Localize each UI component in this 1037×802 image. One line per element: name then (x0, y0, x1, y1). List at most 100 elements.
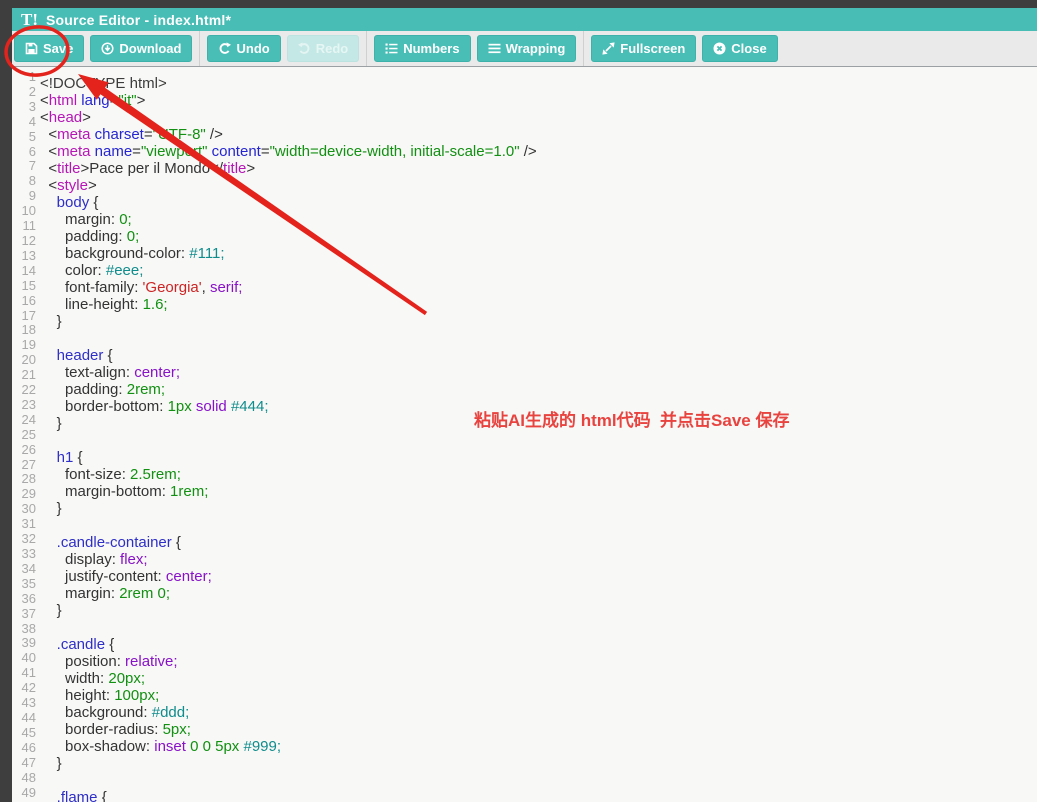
code-line[interactable]: <title>Pace per il Mondo</title> (40, 160, 1037, 177)
wrapping-button[interactable]: Wrapping (477, 35, 577, 62)
line-number: 17 (12, 309, 36, 324)
code-line[interactable]: body { (40, 194, 1037, 211)
page: { "window": { "logo": "T!", "title": "So… (0, 0, 1037, 802)
line-number: 44 (12, 711, 36, 726)
redo-icon (298, 42, 311, 55)
line-number: 12 (12, 234, 36, 249)
code-editor[interactable]: 1234567891011121314151617181920212223242… (12, 67, 1037, 802)
code-line[interactable]: font-family: 'Georgia', serif; (40, 279, 1037, 296)
code-line[interactable]: header { (40, 347, 1037, 364)
code-line[interactable]: <style> (40, 177, 1037, 194)
code-line[interactable]: padding: 0; (40, 228, 1037, 245)
toolbar: Save Download Undo Redo Numbers Wrapping Fulls… (12, 31, 1037, 67)
line-number: 16 (12, 294, 36, 309)
code-line[interactable]: background-color: #111; (40, 245, 1037, 262)
close-button[interactable]: Close (702, 35, 777, 62)
code-line[interactable]: background: #ddd; (40, 704, 1037, 721)
line-number: 11 (12, 219, 36, 234)
line-number: 21 (12, 368, 36, 383)
code-line[interactable]: } (40, 313, 1037, 330)
download-icon (101, 42, 114, 55)
undo-button[interactable]: Undo (207, 35, 280, 62)
floppy-save-icon (25, 42, 38, 55)
code-line[interactable]: } (40, 500, 1037, 517)
button-label: Close (731, 41, 766, 56)
save-button[interactable]: Save (14, 35, 84, 62)
line-number: 13 (12, 249, 36, 264)
line-number: 18 (12, 323, 36, 338)
code-line[interactable]: h1 { (40, 449, 1037, 466)
code-line[interactable]: text-align: center; (40, 364, 1037, 381)
code-line[interactable]: <html lang="it"> (40, 92, 1037, 109)
code-line[interactable]: <meta charset="UTF-8" /> (40, 126, 1037, 143)
button-label: Fullscreen (620, 41, 685, 56)
button-label: Save (43, 41, 73, 56)
code-line[interactable]: line-height: 1.6; (40, 296, 1037, 313)
annotation-note: 粘贴AI生成的 html代码 并点击Save 保存 (474, 406, 789, 431)
code-line[interactable]: height: 100px; (40, 687, 1037, 704)
line-number: 33 (12, 547, 36, 562)
line-number: 40 (12, 651, 36, 666)
button-label: Download (119, 41, 181, 56)
code-line[interactable]: <!DOCTYPE html> (40, 75, 1037, 92)
line-number: 27 (12, 458, 36, 473)
code-line[interactable] (40, 772, 1037, 789)
line-number: 23 (12, 398, 36, 413)
code-line[interactable]: position: relative; (40, 653, 1037, 670)
download-button[interactable]: Download (90, 35, 192, 62)
code-line[interactable]: font-size: 2.5rem; (40, 466, 1037, 483)
numbered-list-icon (385, 42, 398, 55)
code-line[interactable]: width: 20px; (40, 670, 1037, 687)
button-label: Undo (236, 41, 269, 56)
toolbar-group: Fullscreen Close (584, 31, 784, 66)
code-line[interactable] (40, 432, 1037, 449)
fullscreen-button[interactable]: Fullscreen (591, 35, 696, 62)
code-line[interactable] (40, 330, 1037, 347)
line-number: 41 (12, 666, 36, 681)
code-line[interactable]: color: #eee; (40, 262, 1037, 279)
code-line[interactable]: <meta name="viewport" content="width=dev… (40, 143, 1037, 160)
code-line[interactable]: margin: 0; (40, 211, 1037, 228)
redo-button[interactable]: Redo (287, 35, 360, 62)
code-line[interactable]: display: flex; (40, 551, 1037, 568)
code-line[interactable]: margin-bottom: 1rem; (40, 483, 1037, 500)
line-number: 10 (12, 204, 36, 219)
line-number: 35 (12, 577, 36, 592)
line-number: 36 (12, 592, 36, 607)
undo-icon (218, 42, 231, 55)
code-line[interactable]: margin: 2rem 0; (40, 585, 1037, 602)
line-number: 2 (12, 85, 36, 100)
code-line[interactable]: border-radius: 5px; (40, 721, 1037, 738)
line-number: 3 (12, 100, 36, 115)
code-line[interactable] (40, 517, 1037, 534)
numbers-button[interactable]: Numbers (374, 35, 470, 62)
code-line[interactable]: .candle-container { (40, 534, 1037, 551)
line-number: 19 (12, 338, 36, 353)
code-line[interactable]: justify-content: center; (40, 568, 1037, 585)
toolbar-group: Numbers Wrapping (367, 31, 584, 66)
wrap-lines-icon (488, 42, 501, 55)
line-number: 31 (12, 517, 36, 532)
close-icon (713, 42, 726, 55)
line-number: 24 (12, 413, 36, 428)
fullscreen-icon (602, 42, 615, 55)
line-number: 38 (12, 622, 36, 637)
code-line[interactable]: box-shadow: inset 0 0 5px #999; (40, 738, 1037, 755)
line-number: 47 (12, 756, 36, 771)
code-line[interactable]: .candle { (40, 636, 1037, 653)
code-content[interactable]: <!DOCTYPE html><html lang="it"><head> <m… (40, 75, 1037, 802)
line-number: 43 (12, 696, 36, 711)
code-line[interactable]: } (40, 602, 1037, 619)
code-line[interactable]: } (40, 755, 1037, 772)
line-number: 45 (12, 726, 36, 741)
line-number: 25 (12, 428, 36, 443)
line-number: 14 (12, 264, 36, 279)
line-number: 42 (12, 681, 36, 696)
code-line[interactable] (40, 619, 1037, 636)
code-line[interactable]: padding: 2rem; (40, 381, 1037, 398)
code-line[interactable]: <head> (40, 109, 1037, 126)
window-title: Source Editor - index.html* (46, 12, 231, 28)
titlebar: T! Source Editor - index.html* (12, 8, 1037, 31)
line-number: 15 (12, 279, 36, 294)
code-line[interactable]: .flame { (40, 789, 1037, 802)
